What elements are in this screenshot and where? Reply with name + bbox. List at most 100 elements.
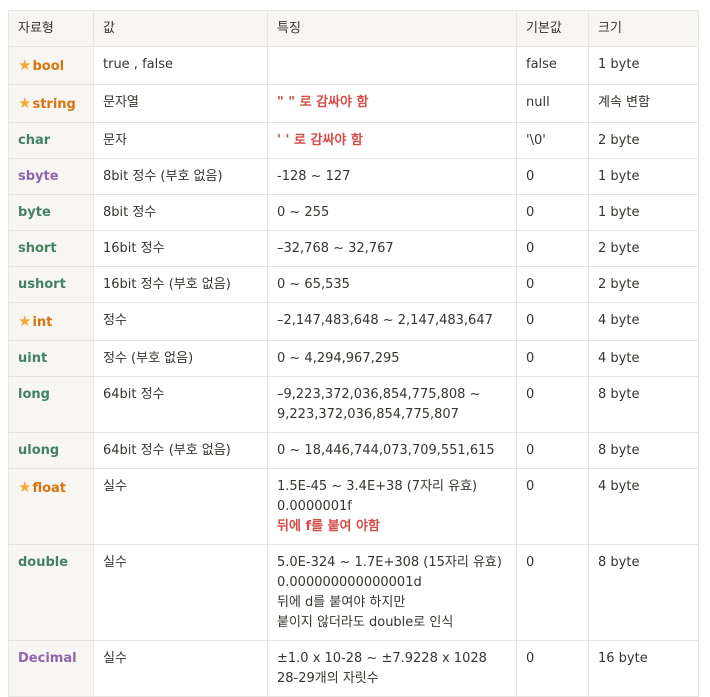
default-cell: 0: [516, 432, 589, 469]
default-cell: 0: [516, 340, 589, 377]
table-row: ulong 64bit 정수 (부호 없음) 0 ~ 18,446,744,07…: [8, 432, 699, 469]
type-name-cell: uint: [8, 340, 94, 377]
size-cell: 2 byte: [588, 230, 699, 267]
type-name: uint: [18, 351, 48, 366]
data-types-table-wrapper: 자료형 값 특징 기본값 크기 ★bool true , false false…: [8, 10, 699, 697]
table-row: uint 정수 (부호 없음) 0 ~ 4,294,967,295 0 4 by…: [8, 340, 699, 377]
star-icon: ★: [18, 478, 32, 496]
type-name-cell: char: [8, 122, 94, 159]
value-cell: 실수: [93, 640, 268, 697]
feature-cell: 5.0E-324 ~ 1.7E+308 (15자리 유효) 0.00000000…: [267, 544, 517, 641]
type-name-cell: long: [8, 376, 94, 433]
type-name: char: [18, 133, 51, 148]
size-cell: 8 byte: [588, 376, 699, 433]
size-cell: 2 byte: [588, 122, 699, 159]
type-name: Decimal: [18, 651, 77, 666]
size-cell: 1 byte: [588, 46, 699, 85]
default-cell: 0: [516, 468, 589, 545]
feature-cell: –9,223,372,036,854,775,808 ~ 9,223,372,0…: [267, 376, 517, 433]
type-name-cell: double: [8, 544, 94, 641]
star-icon: ★: [18, 312, 32, 330]
type-name-cell: ★float: [8, 468, 94, 545]
size-cell: 8 byte: [588, 432, 699, 469]
feature-cell: ' ' 로 감싸야 함: [267, 122, 517, 159]
type-name: int: [32, 315, 53, 330]
header-value: 값: [93, 10, 268, 47]
value-cell: 문자: [93, 122, 268, 159]
feature-line: –9,223,372,036,854,775,808 ~: [277, 387, 481, 402]
type-name: double: [18, 555, 69, 570]
default-cell: 0: [516, 194, 589, 231]
feature-cell: ±1.0 x 10-28 ~ ±7.9228 x 1028 28-29개의 자릿…: [267, 640, 517, 697]
table-row: Decimal 실수 ±1.0 x 10-28 ~ ±7.9228 x 1028…: [8, 640, 699, 697]
type-name: ushort: [18, 277, 66, 292]
size-cell: 4 byte: [588, 468, 699, 545]
header-feature: 특징: [267, 10, 517, 47]
type-name: ulong: [18, 443, 60, 458]
feature-cell: 1.5E-45 ~ 3.4E+38 (7자리 유효) 0.0000001f 뒤에…: [267, 468, 517, 545]
value-cell: 실수: [93, 544, 268, 641]
table-row: byte 8bit 정수 0 ~ 255 0 1 byte: [8, 194, 699, 231]
header-default: 기본값: [516, 10, 589, 47]
feature-cell: 0 ~ 65,535: [267, 266, 517, 303]
feature-cell: –32,768 ~ 32,767: [267, 230, 517, 267]
type-name-cell: ushort: [8, 266, 94, 303]
feature-line: 9,223,372,036,854,775,807: [277, 407, 459, 422]
type-name: string: [32, 97, 76, 112]
size-cell: 2 byte: [588, 266, 699, 303]
default-cell: 0: [516, 230, 589, 267]
feature-cell: -128 ~ 127: [267, 158, 517, 195]
header-size: 크기: [588, 10, 699, 47]
feature-line: 1.5E-45 ~ 3.4E+38 (7자리 유효): [277, 479, 478, 494]
type-name-cell: ulong: [8, 432, 94, 469]
default-cell: false: [516, 46, 589, 85]
feature-note: 뒤에 f를 붙여 야함: [277, 519, 380, 534]
header-type: 자료형: [8, 10, 94, 47]
size-cell: 8 byte: [588, 544, 699, 641]
value-cell: true , false: [93, 46, 268, 85]
type-name: short: [18, 241, 57, 256]
table-row: short 16bit 정수 –32,768 ~ 32,767 0 2 byte: [8, 230, 699, 267]
feature-line: 0.0000001f: [277, 499, 352, 514]
type-name-cell: ★string: [8, 84, 94, 123]
feature-line: 5.0E-324 ~ 1.7E+308 (15자리 유효): [277, 555, 502, 570]
table-row: double 실수 5.0E-324 ~ 1.7E+308 (15자리 유효) …: [8, 544, 699, 641]
star-icon: ★: [18, 56, 32, 74]
feature-cell: 0 ~ 4,294,967,295: [267, 340, 517, 377]
type-name-cell: ★int: [8, 302, 94, 341]
feature-cell: " " 로 감싸야 함: [267, 84, 517, 123]
default-cell: 0: [516, 544, 589, 641]
data-types-table: 자료형 값 특징 기본값 크기 ★bool true , false false…: [8, 10, 699, 697]
table-row: char 문자 ' ' 로 감싸야 함 '\0' 2 byte: [8, 122, 699, 159]
type-name-cell: ★bool: [8, 46, 94, 85]
type-name: bool: [32, 59, 65, 74]
feature-cell: [267, 46, 517, 85]
type-name: sbyte: [18, 169, 59, 184]
star-icon: ★: [18, 94, 32, 112]
feature-line: ±1.0 x 10-28 ~ ±7.9228 x 1028: [277, 651, 487, 666]
value-cell: 64bit 정수 (부호 없음): [93, 432, 268, 469]
table-row: ★bool true , false false 1 byte: [8, 46, 699, 85]
default-cell: '\0': [516, 122, 589, 159]
value-cell: 문자열: [93, 84, 268, 123]
size-cell: 1 byte: [588, 158, 699, 195]
type-name: long: [18, 387, 50, 402]
size-cell: 16 byte: [588, 640, 699, 697]
value-cell: 실수: [93, 468, 268, 545]
size-cell: 4 byte: [588, 302, 699, 341]
feature-cell: 0 ~ 18,446,744,073,709,551,615: [267, 432, 517, 469]
feature-line: 붙이지 않더라도 double로 인식: [277, 615, 454, 630]
table-row: ★string 문자열 " " 로 감싸야 함 null 계속 변함: [8, 84, 699, 123]
table-row: ★float 실수 1.5E-45 ~ 3.4E+38 (7자리 유효) 0.0…: [8, 468, 699, 545]
type-name-cell: short: [8, 230, 94, 267]
feature-cell: –2,147,483,648 ~ 2,147,483,647: [267, 302, 517, 341]
size-cell: 4 byte: [588, 340, 699, 377]
size-cell: 계속 변함: [588, 84, 699, 123]
default-cell: 0: [516, 376, 589, 433]
table-row: ★int 정수 –2,147,483,648 ~ 2,147,483,647 0…: [8, 302, 699, 341]
feature-line: 0.000000000000001d: [277, 575, 422, 590]
feature-line: 28-29개의 자릿수: [277, 671, 379, 686]
default-cell: 0: [516, 640, 589, 697]
type-name-cell: byte: [8, 194, 94, 231]
default-cell: 0: [516, 158, 589, 195]
